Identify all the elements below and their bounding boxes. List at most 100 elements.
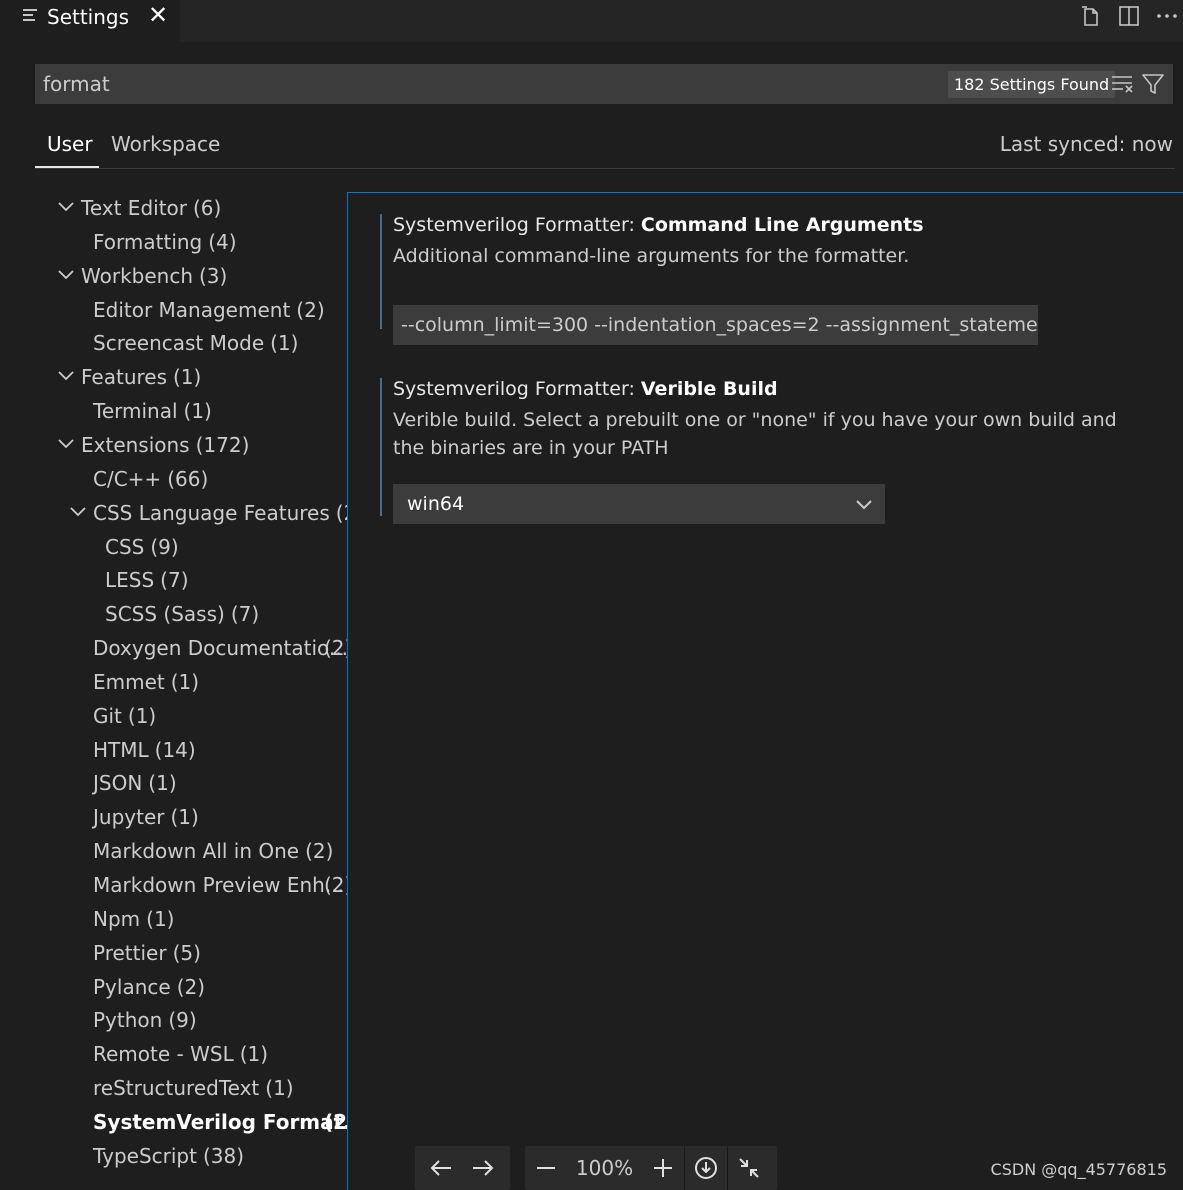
toc-item[interactable]: Formatting (4) [93, 226, 237, 258]
tab-workspace[interactable]: Workspace [111, 132, 220, 156]
toc-item-label: C/C++ [93, 467, 162, 491]
split-editor-icon[interactable] [1117, 4, 1141, 28]
toc-item-label: Markdown All in One [93, 839, 300, 863]
setting-command-line-arguments: Systemverilog Formatter: Command Line Ar… [380, 214, 1153, 345]
toc-item-count: (1) [270, 331, 299, 355]
toc-item-count: (2) [176, 975, 206, 999]
toc-item[interactable]: Prettier (5) [93, 937, 201, 969]
toc-item-label: Jupyter [93, 805, 165, 829]
download-icon[interactable] [685, 1146, 727, 1190]
chevron-down-icon[interactable] [69, 503, 87, 521]
toc-item-label: SystemVerilog Format... [93, 1110, 347, 1134]
toc-item[interactable]: SystemVerilog Format...(2) [93, 1106, 347, 1138]
toc-item-count: (1) [127, 704, 157, 728]
setting-focus-bar [380, 378, 382, 516]
toc-item-count: (23) [335, 501, 347, 525]
toc-item[interactable]: Features (1) [58, 361, 202, 393]
toc-item[interactable]: Extensions (172) [58, 429, 250, 461]
toc-item[interactable]: HTML (14) [93, 734, 196, 766]
toc-item-count: (2) [324, 636, 347, 660]
tab-user[interactable]: User [47, 132, 93, 156]
toc-item[interactable]: Emmet (1) [93, 666, 199, 698]
toc-item-count: (1) [265, 1076, 294, 1100]
navigation-toolbar [415, 1146, 510, 1190]
toc-item-label: reStructuredText [93, 1076, 260, 1100]
toc-item[interactable]: Remote - WSL (1) [93, 1038, 268, 1070]
toc-item[interactable]: Terminal (1) [93, 395, 212, 427]
filter-icon[interactable] [1141, 72, 1165, 96]
toc-item[interactable]: JSON (1) [93, 767, 177, 799]
zoom-level: 100% [575, 1156, 634, 1180]
clear-filter-icon[interactable] [1111, 73, 1133, 95]
toc-item[interactable]: SCSS (Sass) (7) [105, 598, 259, 630]
setting-verible-build: Systemverilog Formatter: Verible Build V… [380, 378, 1153, 524]
setting-description: Verible build. Select a prebuilt one or … [393, 409, 1117, 459]
toc-item[interactable]: LESS (7) [105, 564, 189, 596]
chevron-down-icon[interactable] [57, 198, 75, 216]
search-input[interactable] [35, 64, 915, 104]
toc-item[interactable]: Jupyter (1) [93, 801, 199, 833]
toc-item[interactable]: Workbench (3) [58, 260, 228, 292]
toc-item[interactable]: Doxygen Documentatio...(2) [93, 632, 347, 664]
verible-build-select[interactable]: win64 [393, 484, 885, 524]
toc-item[interactable]: Markdown Preview Enh...(2) [93, 869, 347, 901]
setting-title: Systemverilog Formatter: Verible Build [393, 378, 778, 400]
toc-item[interactable]: CSS (9) [105, 531, 179, 563]
setting-focus-bar [380, 214, 382, 329]
toc-item-label: Features [81, 365, 167, 389]
toc-item[interactable]: TypeScript (38) [93, 1140, 244, 1172]
toc-item-count: (1) [173, 365, 202, 389]
watermark: CSDN @qq_45776815 [990, 1160, 1167, 1179]
toc-item[interactable]: Markdown All in One (2) [93, 835, 333, 867]
toc-item-count: (7) [230, 602, 260, 626]
command-line-arguments-input[interactable]: --column_limit=300 --indentation_spaces=… [393, 305, 1038, 345]
forward-arrow-icon[interactable] [462, 1146, 504, 1190]
toc-item-label: Text Editor [81, 196, 187, 220]
zoom-in-icon[interactable] [642, 1146, 684, 1190]
toc-item[interactable]: Text Editor (6) [58, 192, 221, 224]
toc-item-count: (38) [202, 1144, 245, 1168]
setting-title: Systemverilog Formatter: Command Line Ar… [393, 214, 924, 236]
tab-title: Settings [47, 5, 130, 29]
settings-found-badge: 182 Settings Found [948, 71, 1116, 98]
toc-item-count: (1) [183, 399, 212, 423]
toc-item-count: (1) [170, 805, 199, 829]
chevron-down-icon[interactable] [57, 266, 75, 284]
toc-item[interactable]: Npm (1) [93, 903, 174, 935]
toc-item-label: Pylance [93, 975, 171, 999]
chevron-down-icon[interactable] [57, 435, 75, 453]
more-actions-icon[interactable] [1155, 4, 1179, 28]
toc-item-count: (2) [324, 1110, 347, 1134]
toc-item[interactable]: Screencast Mode (1) [93, 327, 298, 359]
settings-toc: Text Editor (6) Formatting (4) Workbench (3) E… [0, 192, 347, 1190]
settings-tab[interactable]: Settings ✕ [0, 0, 180, 42]
toc-item-count: (1) [146, 907, 175, 931]
toc-item[interactable]: Pylance (2) [93, 971, 205, 1003]
toc-item-label: Npm [93, 907, 141, 931]
toc-item[interactable]: reStructuredText (1) [93, 1072, 294, 1104]
toc-item[interactable]: Editor Management (2) [93, 294, 325, 326]
toc-item-count: (2) [305, 839, 334, 863]
toc-item[interactable]: C/C++ (66) [93, 463, 208, 495]
zoom-toolbar: 100% [525, 1146, 777, 1190]
toc-item[interactable]: Python (9) [93, 1004, 197, 1036]
toc-item-label: Workbench [81, 264, 193, 288]
toc-item-label: Git [93, 704, 122, 728]
toc-item[interactable]: Git (1) [93, 700, 156, 732]
toc-item-label: Python [93, 1008, 163, 1032]
close-tab-button[interactable]: ✕ [148, 1, 168, 29]
chevron-down-icon[interactable] [57, 367, 75, 385]
toc-item[interactable]: CSS Language Features (23) [70, 497, 347, 529]
toc-item-count: (3) [199, 264, 228, 288]
toc-item-count: (172) [195, 433, 250, 457]
toc-item-count: (14) [154, 738, 196, 762]
toc-item-label: CSS Language Features [93, 501, 330, 525]
open-settings-json-icon[interactable] [1079, 4, 1103, 28]
collapse-icon[interactable] [728, 1146, 770, 1190]
toc-item-count: (1) [148, 771, 177, 795]
back-arrow-icon[interactable] [420, 1146, 462, 1190]
toc-item-label: LESS [105, 568, 155, 592]
zoom-out-icon[interactable] [525, 1146, 567, 1190]
toc-item-label: HTML [93, 738, 149, 762]
select-value: win64 [407, 493, 465, 515]
